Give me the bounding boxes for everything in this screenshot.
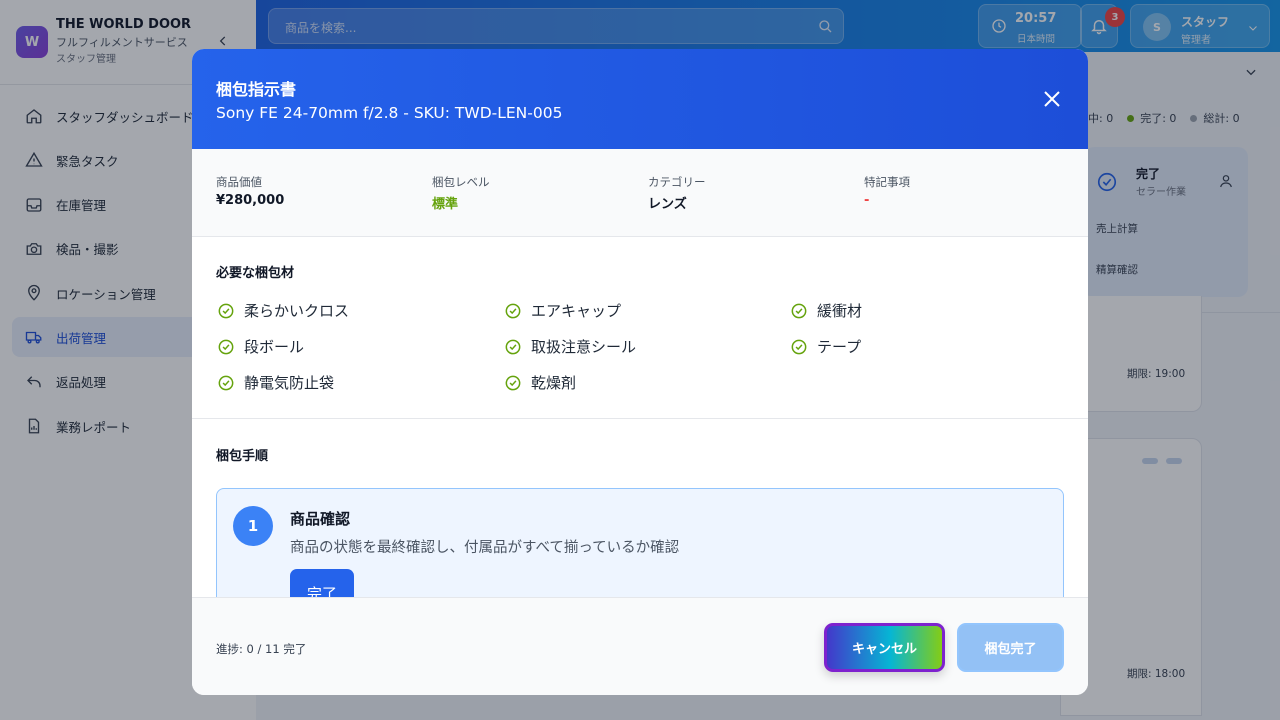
- check-circle-icon: [218, 375, 234, 390]
- info-notes: 特記事項 -: [864, 175, 910, 208]
- material-item: 取扱注意シール: [503, 336, 636, 357]
- info-packing-level: 梱包レベル 標準: [432, 175, 490, 212]
- material-item: 乾燥剤: [503, 372, 576, 393]
- complete-packing-button[interactable]: 梱包完了: [957, 623, 1064, 672]
- materials-title: 必要な梱包材: [216, 266, 295, 281]
- steps-title: 梱包手順: [216, 449, 269, 464]
- step-description: 商品の状態を最終確認し、付属品がすべて揃っているか確認: [290, 540, 680, 556]
- step-number: 1: [233, 506, 273, 546]
- packing-instructions-modal: 梱包指示書 Sony FE 24-70mm f/2.8 - SKU: TWD-L…: [192, 49, 1088, 695]
- material-item: テープ: [789, 336, 861, 357]
- cancel-button[interactable]: キャンセル: [824, 623, 945, 672]
- check-circle-icon: [505, 303, 521, 318]
- check-circle-icon: [791, 339, 807, 354]
- modal-subtitle: Sony FE 24-70mm f/2.8 - SKU: TWD-LEN-005: [216, 104, 563, 122]
- material-item: 柔らかいクロス: [216, 300, 349, 321]
- check-circle-icon: [218, 339, 234, 354]
- material-item: 静電気防止袋: [216, 372, 334, 393]
- modal-header: 梱包指示書 Sony FE 24-70mm f/2.8 - SKU: TWD-L…: [192, 49, 1088, 149]
- product-info: 商品価値 ¥280,000 梱包レベル 標準 カテゴリー レンズ 特記事項 -: [192, 149, 1088, 237]
- material-item: エアキャップ: [503, 300, 621, 321]
- material-item: 緩衝材: [789, 300, 862, 321]
- modal-title: 梱包指示書: [216, 80, 297, 99]
- close-icon[interactable]: [1040, 87, 1064, 111]
- check-circle-icon: [791, 303, 807, 318]
- step-title: 商品確認: [290, 510, 351, 528]
- check-circle-icon: [505, 339, 521, 354]
- info-product-value: 商品価値 ¥280,000: [216, 175, 285, 208]
- section-divider: [192, 418, 1088, 419]
- info-category: カテゴリー レンズ: [648, 175, 706, 212]
- check-circle-icon: [505, 375, 521, 390]
- check-circle-icon: [218, 303, 234, 318]
- progress-text: 進捗: 0 / 11 完了: [216, 642, 307, 656]
- modal-footer: 進捗: 0 / 11 完了 キャンセル 梱包完了: [192, 597, 1088, 695]
- material-item: 段ボール: [216, 336, 304, 357]
